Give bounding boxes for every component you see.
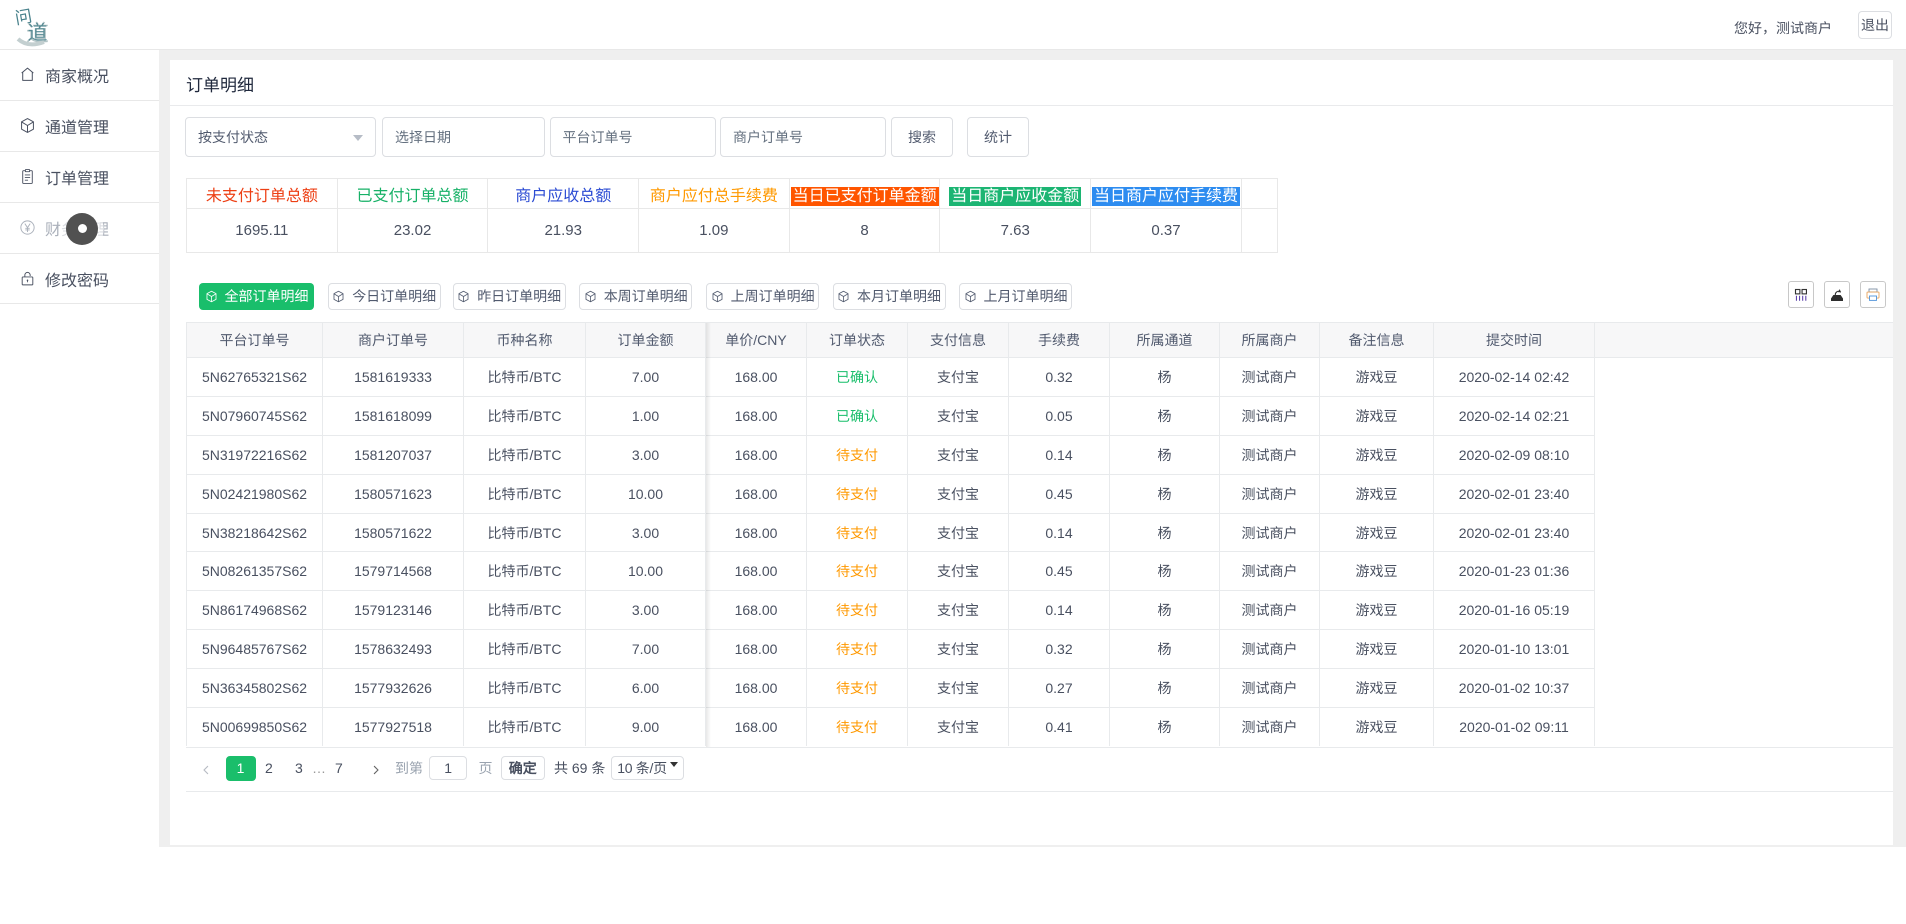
- svg-text:道: 道: [28, 17, 48, 46]
